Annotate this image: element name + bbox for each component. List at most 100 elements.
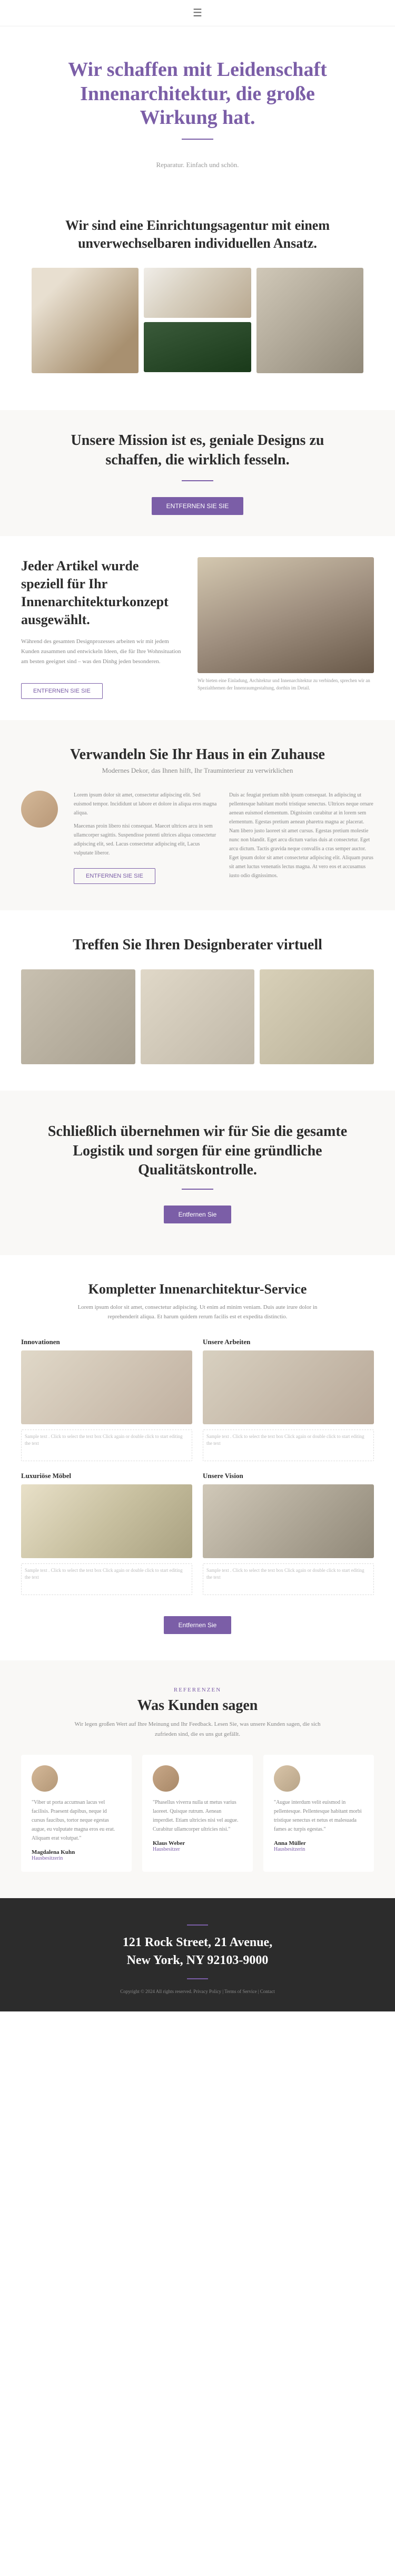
about-section: Wir sind eine Einrichtungsagentur mit ei… — [0, 206, 395, 411]
testimonial-role-3: Hausbesitzerin — [274, 1846, 363, 1852]
service-image-3 — [21, 1484, 192, 1558]
service-button[interactable]: Entfernen Sie — [164, 1616, 232, 1634]
architecture-section: Jeder Artikel wurde speziell für Ihr Inn… — [0, 536, 395, 720]
testimonial-avatar-3 — [274, 1765, 300, 1792]
testimonial-text-2: "Phasellus viverra nulla ut metus varius… — [153, 1798, 242, 1834]
arch-body: Während des gesamten Designprozesses arb… — [21, 637, 182, 666]
top-bar: ☰ — [0, 0, 395, 26]
mission-section: Unsere Mission ist es, geniale Designs z… — [0, 410, 395, 536]
mission-title: Unsere Mission ist es, geniale Designs z… — [42, 431, 353, 470]
service-item-4: Unsere Vision Sample text . Click to sel… — [203, 1472, 374, 1595]
footer-address-line2: New York, NY 92103-9000 — [127, 1953, 269, 1967]
virtual-image-3 — [260, 969, 374, 1064]
logistics-section: Schließlich übernehmen wir für Sie die g… — [0, 1091, 395, 1255]
testimonial-avatar-2 — [153, 1765, 179, 1792]
virtual-image-2 — [141, 969, 255, 1064]
arch-image — [197, 557, 374, 673]
about-col-3 — [256, 268, 363, 373]
footer-address-line1: 121 Rock Street, 21 Avenue, — [123, 1936, 272, 1949]
service-sample-1[interactable]: Sample text . Click to select the text b… — [21, 1430, 192, 1461]
footer-divider — [187, 1924, 208, 1926]
hero-section: Wir schaffen mit Leidenschaft Innenarchi… — [0, 26, 395, 206]
about-image-grid — [32, 268, 363, 373]
virtual-section: Treffen Sie Ihren Designberater virtuell — [0, 910, 395, 1091]
service-sample-4[interactable]: Sample text . Click to select the text b… — [203, 1563, 374, 1595]
service-item-1-title: Innovationen — [21, 1338, 192, 1346]
about-title: Wir sind eine Einrichtungsagentur mit ei… — [32, 217, 363, 252]
testimonial-text-3: "Augue interdum velit euismod in pellent… — [274, 1798, 363, 1834]
logistics-button[interactable]: Entfernen Sie — [164, 1206, 232, 1223]
testimonials-label: Referenzen — [21, 1687, 374, 1693]
hero-subtitle: Reparatur. Einfach und schön. — [42, 161, 353, 169]
transform-left-p2: Maecenas proin libero nisi consequat. Ma… — [74, 822, 219, 858]
service-item-3-title: Luxuriöse Möbel — [21, 1472, 192, 1480]
about-image-4 — [256, 268, 363, 373]
testimonials-grid: "Viber ut porta accumsan lacus vel facil… — [21, 1755, 374, 1872]
arch-title: Jeder Artikel wurde speziell für Ihr Inn… — [21, 557, 182, 628]
hero-divider — [182, 139, 213, 140]
menu-icon[interactable]: ☰ — [193, 6, 202, 20]
footer-divider-2 — [187, 1978, 208, 1979]
virtual-image-1 — [21, 969, 135, 1064]
transform-subtitle: Modernes Dekor, das Ihnen hilft, Ihr Tra… — [21, 766, 374, 775]
service-item-3: Luxuriöse Möbel Sample text . Click to s… — [21, 1472, 192, 1595]
service-section: Kompletter Innenarchitektur-Service Lore… — [0, 1255, 395, 1660]
testimonial-name-2: Klaus Weber — [153, 1840, 242, 1846]
footer: 121 Rock Street, 21 Avenue, New York, NY… — [0, 1898, 395, 2011]
testimonial-name-1: Magdalena Kuhn — [32, 1849, 121, 1855]
service-title: Kompletter Innenarchitektur-Service — [21, 1281, 374, 1297]
virtual-grid — [21, 969, 374, 1064]
service-sample-3[interactable]: Sample text . Click to select the text b… — [21, 1563, 192, 1595]
logistics-title: Schließlich übernehmen wir für Sie die g… — [42, 1122, 353, 1180]
testimonials-subtitle: Wir legen großen Wert auf Ihre Meinung u… — [66, 1719, 329, 1739]
footer-bottom: Copyright © 2024 All rights reserved. Pr… — [21, 1988, 374, 1996]
arch-text-block: Jeder Artikel wurde speziell für Ihr Inn… — [21, 557, 197, 699]
transform-title: Verwandeln Sie Ihr Haus in ein Zuhause — [21, 746, 374, 763]
footer-address: 121 Rock Street, 21 Avenue, New York, NY… — [21, 1934, 374, 1969]
hero-title: Wir schaffen mit Leidenschaft Innenarchi… — [42, 58, 353, 130]
testimonial-card-2: "Phasellus viverra nulla ut metus varius… — [142, 1755, 253, 1872]
testimonial-text-1: "Viber ut porta accumsan lacus vel facil… — [32, 1798, 121, 1843]
transform-content: Lorem ipsum dolor sit amet, consectetur … — [21, 791, 374, 884]
arch-image-block: Wir bieten eine Einladung, Architektur u… — [197, 557, 374, 699]
transform-avatar-col — [21, 791, 63, 828]
transform-button[interactable]: ENTFERNEN SIE SIE — [74, 868, 155, 884]
about-col-1 — [32, 268, 139, 373]
service-item-4-title: Unsere Vision — [203, 1472, 374, 1480]
service-desc: Lorem ipsum dolor sit amet, consectetur … — [66, 1302, 329, 1322]
service-grid: Innovationen Sample text . Click to sele… — [21, 1338, 374, 1595]
service-item-1: Innovationen Sample text . Click to sele… — [21, 1338, 192, 1461]
transform-section: Verwandeln Sie Ihr Haus in ein Zuhause M… — [0, 720, 395, 910]
arch-caption: Wir bieten eine Einladung, Architektur u… — [197, 677, 374, 692]
testimonial-name-3: Anna Müller — [274, 1840, 363, 1846]
transform-header: Verwandeln Sie Ihr Haus in ein Zuhause M… — [21, 746, 374, 775]
service-sample-2[interactable]: Sample text . Click to select the text b… — [203, 1430, 374, 1461]
testimonial-role-2: Hausbesitzer — [153, 1846, 242, 1852]
service-image-1 — [21, 1350, 192, 1424]
virtual-title: Treffen Sie Ihren Designberater virtuell — [21, 937, 374, 954]
arch-grid: Jeder Artikel wurde speziell für Ihr Inn… — [21, 557, 374, 699]
about-col-2 — [144, 268, 251, 373]
service-item-2-title: Unsere Arbeiten — [203, 1338, 374, 1346]
testimonials-title: Was Kunden sagen — [21, 1697, 374, 1714]
transform-right-text: Duis ac feugiat pretium nibh ipsum conse… — [229, 791, 374, 880]
about-image-2 — [144, 268, 251, 318]
testimonial-role-1: Hausbesitzerin — [32, 1855, 121, 1861]
service-image-4 — [203, 1484, 374, 1558]
testimonial-avatar-1 — [32, 1765, 58, 1792]
logistics-divider — [182, 1189, 213, 1190]
transform-left-p1: Lorem ipsum dolor sit amet, consectetur … — [74, 791, 219, 818]
service-item-2: Unsere Arbeiten Sample text . Click to s… — [203, 1338, 374, 1461]
testimonials-section: Referenzen Was Kunden sagen Wir legen gr… — [0, 1660, 395, 1898]
about-image-1 — [32, 268, 139, 373]
arch-button[interactable]: ENTFERNEN SIE SIE — [21, 683, 103, 699]
mission-divider — [182, 480, 213, 481]
transform-right-p: Duis ac feugiat pretium nibh ipsum conse… — [229, 791, 374, 880]
about-image-3 — [144, 322, 251, 372]
mission-button[interactable]: ENTFERNEN SIE SIE — [152, 497, 244, 515]
transform-avatar — [21, 791, 58, 828]
testimonial-card-1: "Viber ut porta accumsan lacus vel facil… — [21, 1755, 132, 1872]
transform-left-text: Lorem ipsum dolor sit amet, consectetur … — [74, 791, 219, 884]
service-image-2 — [203, 1350, 374, 1424]
testimonial-card-3: "Augue interdum velit euismod in pellent… — [263, 1755, 374, 1872]
